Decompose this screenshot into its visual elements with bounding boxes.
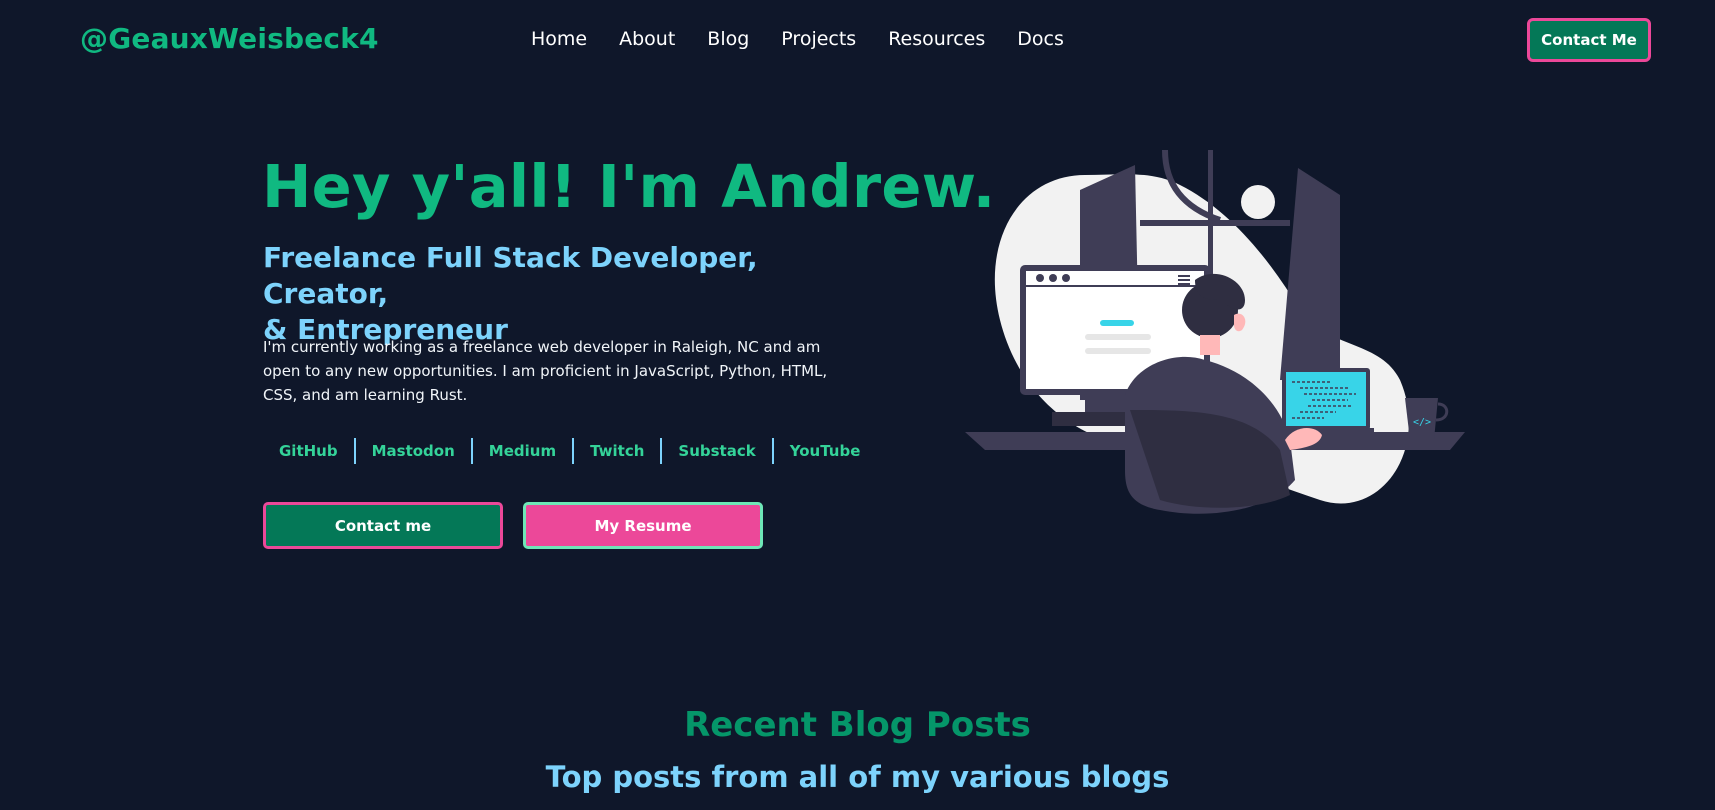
resume-button[interactable]: My Resume	[523, 502, 763, 549]
site-header: @GeauxWeisbeck4 Home About Blog Projects…	[0, 0, 1715, 82]
window-frame	[1280, 168, 1340, 380]
nav-docs[interactable]: Docs	[1017, 28, 1064, 50]
social-twitch[interactable]: Twitch	[574, 439, 660, 463]
nav-projects[interactable]: Projects	[781, 28, 856, 50]
contact-button[interactable]: Contact me	[263, 502, 503, 549]
hero-title: Hey y'all! I'm Andrew.	[262, 152, 996, 221]
brand-logo[interactable]: @GeauxWeisbeck4	[80, 22, 379, 55]
developer-illustration: </>	[965, 150, 1465, 514]
social-mastodon[interactable]: Mastodon	[356, 439, 471, 463]
nav-resources[interactable]: Resources	[888, 28, 985, 50]
main-nav: Home About Blog Projects Resources Docs	[531, 28, 1064, 50]
social-links: GitHub Mastodon Medium Twitch Substack Y…	[263, 438, 876, 464]
social-github[interactable]: GitHub	[263, 439, 354, 463]
svg-text:</>: </>	[1413, 417, 1431, 428]
nav-home[interactable]: Home	[531, 28, 587, 50]
hero-subtitle: Freelance Full Stack Developer, Creator,…	[263, 240, 863, 348]
header-contact-button[interactable]: Contact Me	[1527, 18, 1651, 62]
blog-section-title: Recent Blog Posts	[684, 705, 1031, 745]
nav-about[interactable]: About	[619, 28, 675, 50]
hero-description: I'm currently working as a freelance web…	[263, 338, 828, 404]
hero-subtitle-line1: Freelance Full Stack Developer, Creator,	[263, 241, 758, 310]
social-substack[interactable]: Substack	[662, 439, 771, 463]
nav-blog[interactable]: Blog	[707, 28, 749, 50]
blog-section-subtitle: Top posts from all of my various blogs	[545, 760, 1170, 794]
social-youtube[interactable]: YouTube	[774, 439, 877, 463]
moon-icon	[1241, 185, 1275, 219]
social-medium[interactable]: Medium	[473, 439, 572, 463]
